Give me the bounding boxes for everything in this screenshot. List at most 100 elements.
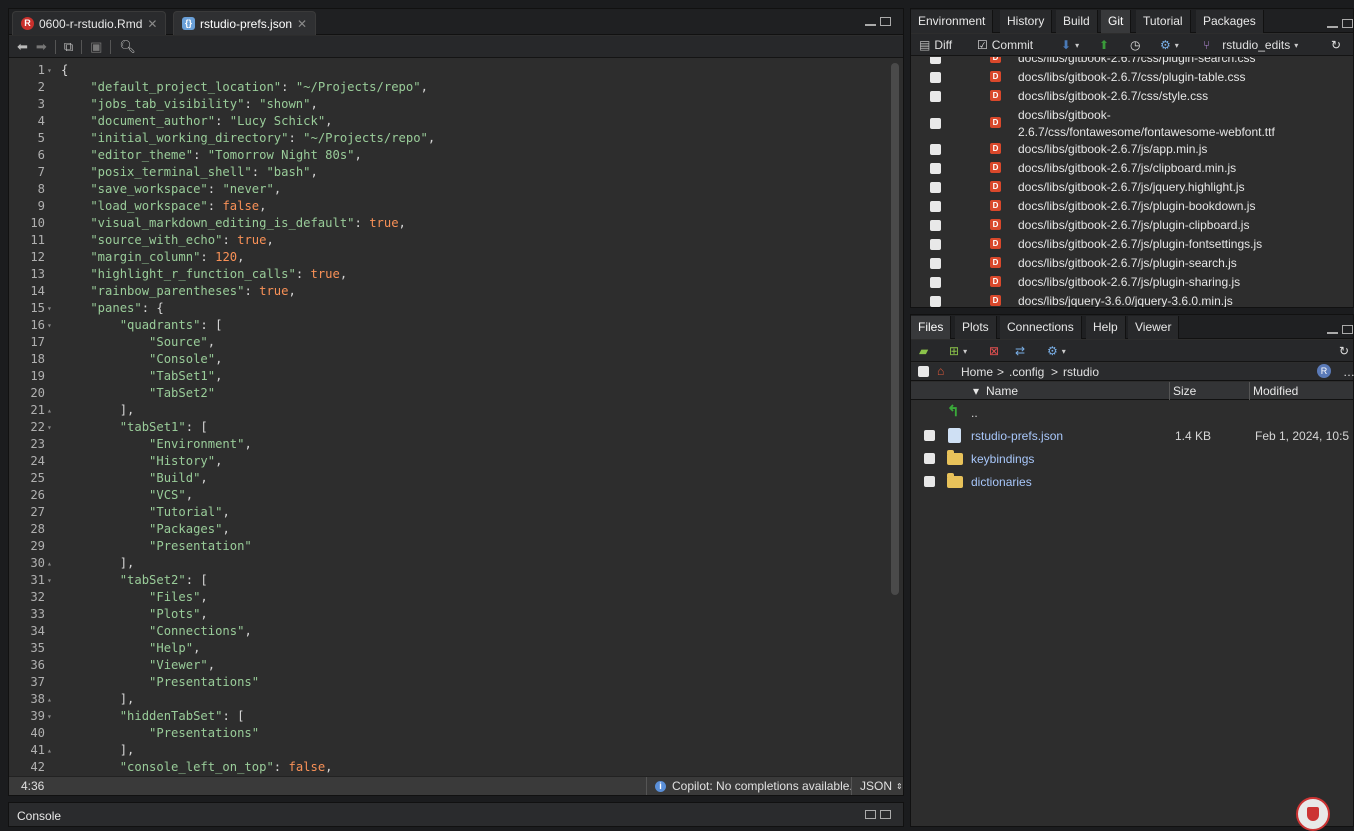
search-icon[interactable]: 🔍︎: [119, 39, 136, 55]
maximize-pane-icon[interactable]: [880, 17, 891, 26]
back-arrow-icon[interactable]: ⬅: [17, 39, 28, 55]
code-line[interactable]: 23 "Environment",: [9, 436, 889, 453]
git-change-row[interactable]: Ddocs/libs/gitbook-2.6.7/js/app.min.js: [911, 140, 1353, 159]
column-size[interactable]: Size: [1173, 384, 1196, 398]
rename-button[interactable]: ⇄: [1015, 343, 1025, 359]
minimize-pane-icon[interactable]: [865, 17, 876, 26]
stage-checkbox[interactable]: [930, 258, 941, 269]
file-checkbox[interactable]: [924, 453, 935, 464]
more-icon[interactable]: …: [1343, 365, 1354, 379]
code-line[interactable]: 31 ▾ "tabSet2": [: [9, 572, 889, 589]
code-line[interactable]: 19 "TabSet1",: [9, 368, 889, 385]
stage-checkbox[interactable]: [930, 277, 941, 288]
code-line[interactable]: 12 "margin_column": 120,: [9, 249, 889, 266]
tab-build[interactable]: Build: [1056, 10, 1098, 33]
stage-checkbox[interactable]: [930, 220, 941, 231]
code-line[interactable]: 4 "document_author": "Lucy Schick",: [9, 113, 889, 130]
stage-checkbox[interactable]: [930, 57, 941, 64]
code-line[interactable]: 39 ▾ "hiddenTabSet": [: [9, 708, 889, 725]
code-line[interactable]: 2 "default_project_location": "~/Project…: [9, 79, 889, 96]
git-change-row[interactable]: Ddocs/libs/gitbook-2.6.7/js/plugin-shari…: [911, 273, 1353, 292]
tab-environment[interactable]: Environment: [911, 10, 994, 33]
code-line[interactable]: 35 "Help",: [9, 640, 889, 657]
file-tab-rmd[interactable]: R 0600-r-rstudio.Rmd ✕: [12, 11, 167, 35]
refresh-button[interactable]: ↻: [1331, 37, 1341, 53]
commit-button[interactable]: ☑ Commit: [977, 37, 1033, 53]
code-line[interactable]: 22 ▾ "tabSet1": [: [9, 419, 889, 436]
code-line[interactable]: 9 "load_workspace": false,: [9, 198, 889, 215]
fold-chevron-down-icon[interactable]: ▾: [47, 708, 52, 725]
file-tab-json[interactable]: {} rstudio-prefs.json ✕: [173, 11, 317, 35]
show-in-window-icon[interactable]: ⧉: [64, 39, 73, 55]
code-line[interactable]: 8 "save_workspace": "never",: [9, 181, 889, 198]
code-line[interactable]: 13 "highlight_r_function_calls": true,: [9, 266, 889, 283]
new-folder-button[interactable]: ▰: [919, 343, 928, 359]
fold-chevron-down-icon[interactable]: ▾: [47, 62, 52, 79]
git-change-row[interactable]: Ddocs/libs/gitbook-2.6.7/js/plugin-searc…: [911, 254, 1353, 273]
git-change-row[interactable]: Ddocs/libs/jquery-3.6.0/jquery-3.6.0.min…: [911, 292, 1353, 307]
tab-packages[interactable]: Packages: [1196, 10, 1264, 33]
code-line[interactable]: 32 "Files",: [9, 589, 889, 606]
code-line[interactable]: 1 ▾ {: [9, 62, 889, 79]
record-button[interactable]: [1296, 797, 1330, 831]
git-change-row[interactable]: Ddocs/libs/gitbook-2.6.7/css/plugin-tabl…: [911, 68, 1353, 87]
file-name[interactable]: rstudio-prefs.json: [971, 429, 1063, 443]
code-line[interactable]: 33 "Plots",: [9, 606, 889, 623]
select-all-checkbox[interactable]: [918, 366, 929, 377]
tab-files[interactable]: Files: [911, 316, 952, 339]
git-change-row[interactable]: Ddocs/libs/gitbook-2.6.7/js/plugin-clipb…: [911, 216, 1353, 235]
code-line[interactable]: 26 "VCS",: [9, 487, 889, 504]
history-button[interactable]: ◷: [1130, 37, 1140, 53]
tab-git[interactable]: Git: [1101, 10, 1132, 33]
stage-checkbox[interactable]: [930, 239, 941, 250]
copilot-status[interactable]: i Copilot: No completions available.: [646, 777, 861, 795]
stage-checkbox[interactable]: [930, 201, 941, 212]
column-name[interactable]: Name: [986, 384, 1018, 398]
breadcrumb-home[interactable]: Home: [961, 365, 993, 379]
cursor-position[interactable]: 4:36: [21, 779, 44, 793]
stage-checkbox[interactable]: [930, 296, 941, 307]
branch-selector[interactable]: ⑂ rstudio_edits ▾: [1203, 37, 1298, 53]
code-line[interactable]: 29 "Presentation": [9, 538, 889, 555]
tab-viewer[interactable]: Viewer: [1128, 316, 1180, 339]
delete-button[interactable]: ⊠: [989, 343, 999, 359]
file-row[interactable]: rstudio-prefs.json 1.4 KB Feb 1, 2024, 10:…: [911, 424, 1353, 447]
git-change-row[interactable]: Ddocs/libs/gitbook-2.6.7/js/plugin-fonts…: [911, 235, 1353, 254]
code-line[interactable]: 10 "visual_markdown_editing_is_default":…: [9, 215, 889, 232]
code-line[interactable]: 36 "Viewer",: [9, 657, 889, 674]
forward-arrow-icon[interactable]: ➡: [36, 39, 47, 55]
fold-chevron-down-icon[interactable]: ▾: [47, 419, 52, 436]
git-change-row[interactable]: Ddocs/libs/gitbook-2.6.7/js/jquery.highl…: [911, 178, 1353, 197]
fold-chevron-down-icon[interactable]: ▾: [47, 572, 52, 589]
tab-tutorial[interactable]: Tutorial: [1136, 10, 1191, 33]
fold-chevron-up-icon[interactable]: ▴: [47, 691, 52, 708]
git-change-row[interactable]: Ddocs/libs/gitbook-2.6.7/css/style.css: [911, 87, 1353, 106]
breadcrumb-rstudio[interactable]: rstudio: [1063, 365, 1099, 379]
code-line[interactable]: 34 "Connections",: [9, 623, 889, 640]
tab-help[interactable]: Help: [1086, 316, 1126, 339]
file-checkbox[interactable]: [924, 476, 935, 487]
code-line[interactable]: 40 "Presentations": [9, 725, 889, 742]
code-editor[interactable]: 1 ▾{2 "default_project_location": "~/Proj…: [9, 59, 903, 776]
tab-connections[interactable]: Connections: [1000, 316, 1082, 339]
code-line[interactable]: 18 "Console",: [9, 351, 889, 368]
code-line[interactable]: 7 "posix_terminal_shell": "bash",: [9, 164, 889, 181]
fold-chevron-down-icon[interactable]: ▾: [47, 317, 52, 334]
minimize-pane-icon[interactable]: [1327, 19, 1338, 28]
code-line[interactable]: 37 "Presentations": [9, 674, 889, 691]
fold-chevron-down-icon[interactable]: ▾: [47, 300, 52, 317]
pull-button[interactable]: ⬇ ▾: [1061, 37, 1079, 53]
parent-directory-row[interactable]: ↰ ..: [911, 401, 1353, 424]
code-line[interactable]: 41 ▴ ],: [9, 742, 889, 759]
more-button[interactable]: ⚙ ▾: [1047, 343, 1066, 359]
file-checkbox[interactable]: [924, 430, 935, 441]
vertical-scrollbar[interactable]: [891, 63, 899, 595]
column-modified[interactable]: Modified: [1253, 384, 1298, 398]
stage-checkbox[interactable]: [930, 72, 941, 83]
code-line[interactable]: 24 "History",: [9, 453, 889, 470]
code-line[interactable]: 25 "Build",: [9, 470, 889, 487]
code-line[interactable]: 11 "source_with_echo": true,: [9, 232, 889, 249]
console-title[interactable]: Console: [17, 809, 61, 823]
stage-checkbox[interactable]: [930, 91, 941, 102]
code-line[interactable]: 5 "initial_working_directory": "~/Projec…: [9, 130, 889, 147]
